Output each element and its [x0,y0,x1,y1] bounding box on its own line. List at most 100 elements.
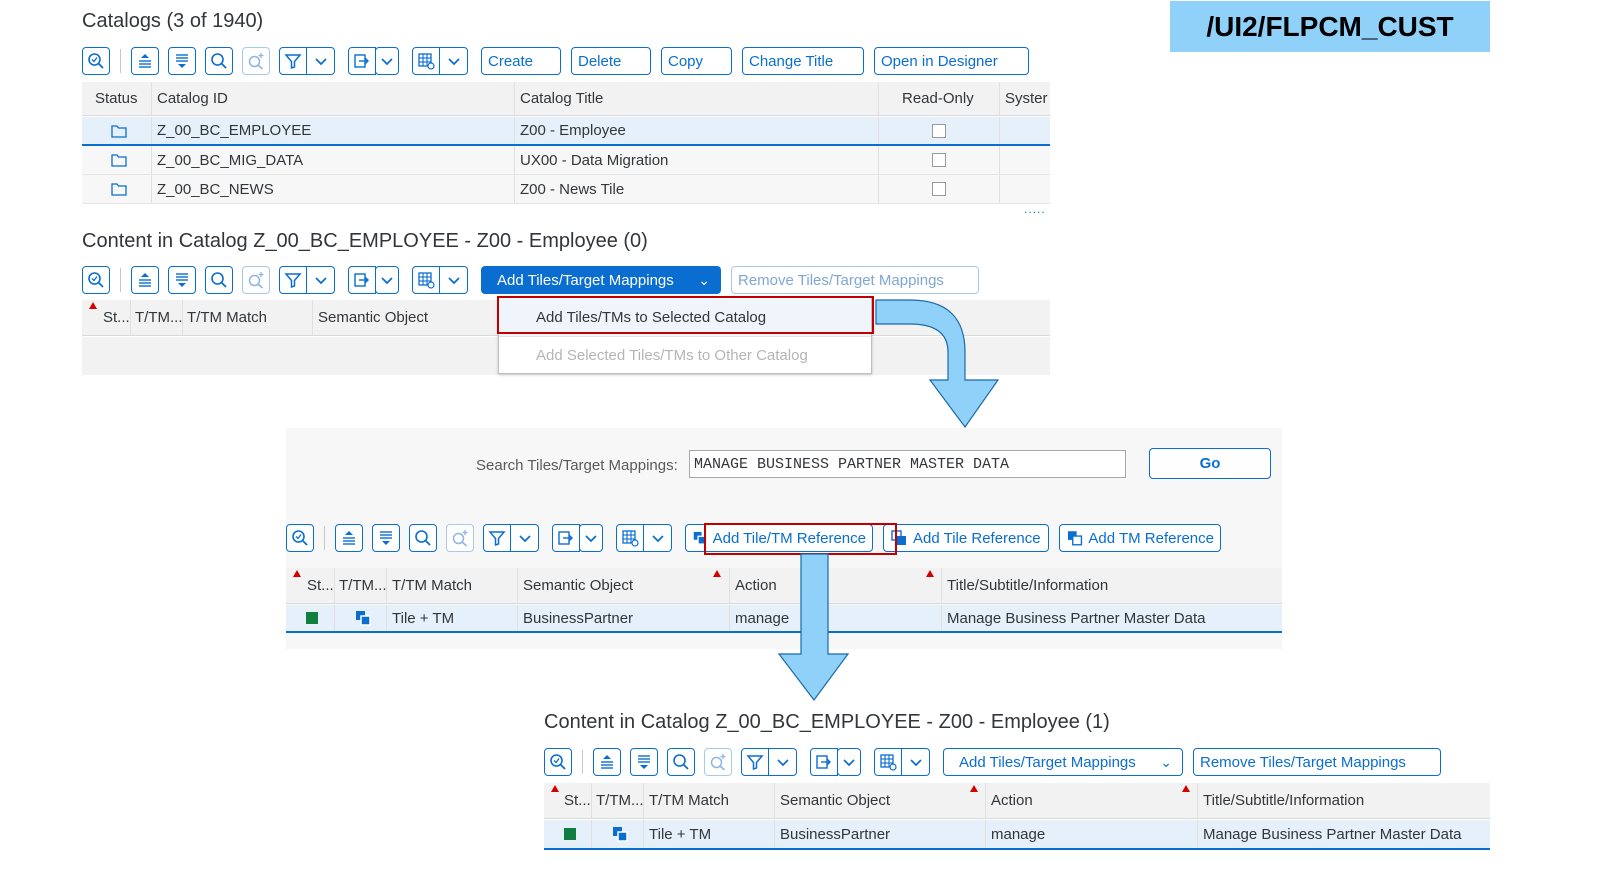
remove-tiles-target-mappings-button[interactable]: Remove Tiles/Target Mappings [731,266,979,294]
column-header-catalog-id[interactable]: Catalog ID [157,82,437,115]
column-header-status[interactable]: Status [95,82,155,115]
zoom-fit-button[interactable] [286,524,314,552]
match-cell: Tile + TM [649,825,712,843]
column-header-match[interactable]: T/TM Match [649,783,769,818]
column-header-title[interactable]: Title/Subtitle/Information [1203,783,1490,818]
add-tile-reference-button[interactable]: Add Tile Reference [883,524,1049,552]
go-button[interactable]: Go [1149,448,1271,479]
column-header-semantic-object[interactable]: Semantic Object [780,783,960,818]
column-header-system[interactable]: Syster [1005,82,1050,115]
search-next-button[interactable] [242,266,270,294]
sort-ascending-button[interactable] [131,266,159,294]
table-row[interactable]: Z_00_BC_EMPLOYEE Z00 - Employee [82,117,1050,146]
layout-button[interactable] [412,266,440,294]
remove-tiles-target-mappings-button[interactable]: Remove Tiles/Target Mappings [1193,748,1441,776]
layout-dropdown-button[interactable] [644,524,672,552]
filter-icon [488,529,506,547]
layout-dropdown-button[interactable] [440,47,468,75]
filter-group [741,748,797,776]
column-header-type[interactable]: T/TM... [135,300,183,335]
table-row[interactable]: Z_00_BC_NEWS Z00 - News Tile [82,175,1050,204]
search-next-button[interactable] [242,47,270,75]
table-row[interactable]: Z_00_BC_MIG_DATA UX00 - Data Migration [82,146,1050,175]
sort-descending-button[interactable] [372,524,400,552]
column-header-action[interactable]: Action [991,783,1111,818]
content-title: Content in Catalog Z_00_BC_EMPLOYEE - Z0… [82,230,648,252]
zoom-fit-button[interactable] [82,266,110,294]
column-header-semantic-object[interactable]: Semantic Object [318,300,498,335]
export-button[interactable] [810,748,838,776]
search-button[interactable] [409,524,437,552]
sort-ascending-button[interactable] [335,524,363,552]
filter-dropdown-button[interactable] [307,47,335,75]
chevron-down-icon [907,753,925,771]
column-header-match[interactable]: T/TM Match [392,568,512,603]
table-header: Status Catalog ID Catalog Title Read-Onl… [82,82,1050,116]
read-only-checkbox[interactable] [932,123,946,138]
filter-button[interactable] [279,47,307,75]
filter-dropdown-button[interactable] [511,524,539,552]
sort-ascending-button[interactable] [131,47,159,75]
copy-button[interactable]: Copy [661,47,732,75]
add-tm-reference-button[interactable]: Add TM Reference [1059,524,1221,552]
export-button[interactable] [348,266,376,294]
menu-item-add-to-other-catalog[interactable]: Add Selected Tiles/TMs to Other Catalog [499,336,871,373]
layout-dropdown-button[interactable] [902,748,930,776]
search-button[interactable] [205,47,233,75]
catalogs-toolbar: Create Delete Copy Change Title Open in … [82,46,1039,76]
column-header-catalog-title[interactable]: Catalog Title [520,82,820,115]
add-tiles-target-mappings-button[interactable]: Add Tiles/Target Mappings ⌄ [943,748,1183,776]
catalog-id-cell: Z_00_BC_MIG_DATA [157,151,304,169]
column-header-semantic-object[interactable]: Semantic Object [523,568,703,603]
delete-button[interactable]: Delete [571,47,651,75]
column-header-type[interactable]: T/TM... [339,568,387,603]
toolbar-separator [120,268,121,292]
column-header-status[interactable]: St... [103,300,133,335]
read-only-checkbox[interactable] [932,182,946,196]
more-rows-indicator[interactable]: ..... [1024,202,1046,216]
export-button[interactable] [552,524,580,552]
add-tiles-target-mappings-button[interactable]: Add Tiles/Target Mappings ⌄ [481,266,721,294]
column-divider [130,300,131,335]
zoom-fit-button[interactable] [544,748,572,776]
export-dropdown-button[interactable] [837,748,861,776]
filter-dropdown-button[interactable] [307,266,335,294]
column-header-match[interactable]: T/TM Match [187,300,307,335]
filter-group [483,524,539,552]
filter-button[interactable] [279,266,307,294]
open-in-designer-button[interactable]: Open in Designer [874,47,1029,75]
search-button[interactable] [205,266,233,294]
column-header-read-only[interactable]: Read-Only [902,82,992,115]
change-title-button[interactable]: Change Title [742,47,864,75]
column-header-status[interactable]: St... [307,568,337,603]
sort-ascending-button[interactable] [593,748,621,776]
search-button[interactable] [667,748,695,776]
column-header-type[interactable]: T/TM... [596,783,644,818]
zoom-fit-button[interactable] [82,47,110,75]
search-next-button[interactable] [446,524,474,552]
layout-button[interactable] [616,524,644,552]
filter-dropdown-button[interactable] [769,748,797,776]
filter-button[interactable] [483,524,511,552]
table-row[interactable]: Tile + TM BusinessPartner manage Manage … [544,820,1490,850]
layout-dropdown-button[interactable] [440,266,468,294]
layout-button[interactable] [874,748,902,776]
sort-descending-button[interactable] [168,47,196,75]
table-header: St... T/TM... T/TM Match Semantic Object… [544,783,1490,819]
column-divider [941,605,942,631]
layout-button[interactable] [412,47,440,75]
export-dropdown-button[interactable] [579,524,603,552]
search-next-button[interactable] [704,748,732,776]
sort-descending-button[interactable] [168,266,196,294]
sort-descending-button[interactable] [630,748,658,776]
create-button[interactable]: Create [481,47,561,75]
export-dropdown-button[interactable] [375,266,399,294]
export-dropdown-button[interactable] [375,47,399,75]
read-only-checkbox[interactable] [932,153,946,167]
search-input[interactable]: MANAGE BUSINESS PARTNER MASTER DATA [689,450,1126,478]
column-header-title[interactable]: Title/Subtitle/Information [947,568,1277,603]
sort-indicator-icon [926,570,934,577]
filter-button[interactable] [741,748,769,776]
column-header-status[interactable]: St... [564,783,594,818]
export-button[interactable] [348,47,376,75]
